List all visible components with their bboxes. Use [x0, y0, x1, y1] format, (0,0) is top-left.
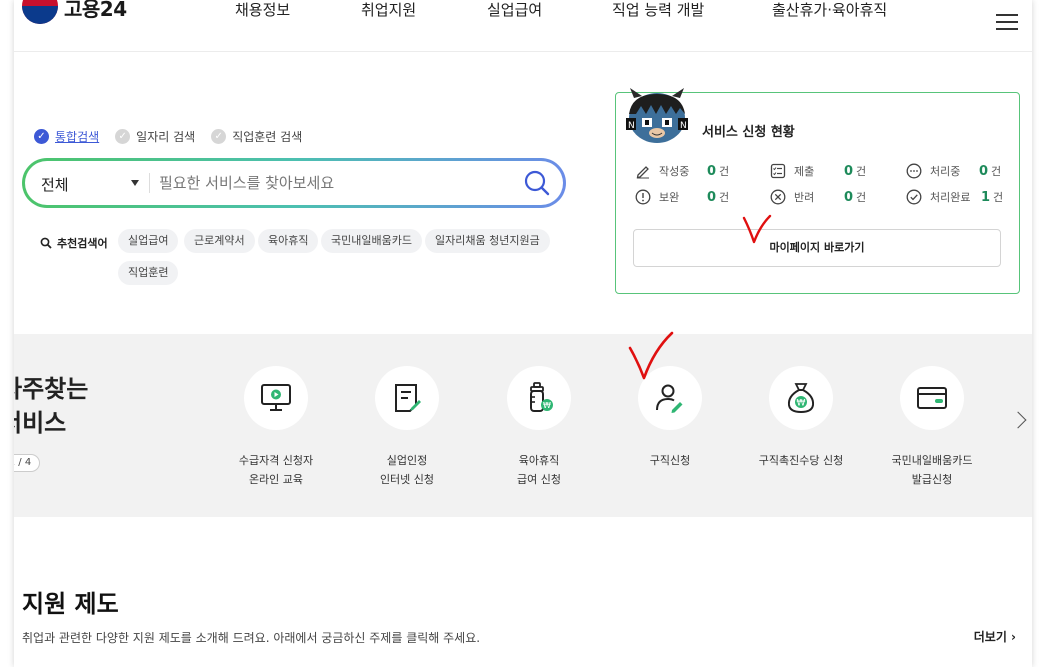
stat-value: 0건 [707, 190, 730, 205]
card-icon [900, 366, 964, 430]
tab-label: 직업훈련 검색 [232, 130, 303, 144]
person-pen-icon [638, 366, 702, 430]
search-inner: 전체 [25, 161, 563, 205]
search-type-tabs: ✓ 통합검색 ✓ 일자리 검색 ✓ 직업훈련 검색 [34, 128, 302, 145]
chevron-right-icon[interactable] [1009, 411, 1027, 429]
logo-mark-icon [22, 0, 58, 24]
stat-processing[interactable]: 처리중 [906, 163, 960, 179]
nav-item-unemployment-benefit[interactable]: 실업급여 [487, 0, 542, 20]
keyword-chip[interactable]: 직업훈련 [118, 261, 179, 285]
x-circle-icon [770, 189, 786, 205]
frequent-services: 자주찾는 서비스 1 / 4 수급자격 신청자 온라인 교육 [14, 334, 1032, 517]
check-icon: ✓ [115, 129, 131, 144]
keyword-chip[interactable]: 실업급여 [118, 229, 179, 253]
check-icon: ✓ [34, 129, 49, 144]
search-icon[interactable] [523, 169, 551, 197]
search-box: 전체 [22, 158, 566, 208]
tab-label: 일자리 검색 [136, 130, 196, 144]
stat-supplement[interactable]: 보완 [635, 189, 679, 205]
service-status-card: N N 서비스 신청 현황 작성중 0건 제출 0 건 처리중 0 건 보완 0… [615, 88, 1020, 294]
service-online-education[interactable]: 수급자격 신청자 온라인 교육 [211, 366, 341, 489]
service-label: 실업인정 인터넷 신청 [379, 454, 435, 486]
avatar: N N [626, 88, 688, 143]
search-icon [40, 237, 52, 249]
search-category-select[interactable]: 전체 [41, 174, 69, 195]
service-job-application[interactable]: 구직신청 [605, 366, 735, 470]
tab-job-search[interactable]: ✓ 일자리 검색 [115, 128, 195, 145]
stat-value: 1건 [981, 190, 1004, 205]
support-section-title: 지원 제도 [22, 590, 119, 618]
menu-icon[interactable] [996, 14, 1018, 30]
service-learning-card[interactable]: 국민내일배움카드 발급신청 [867, 366, 997, 489]
money-bag-icon: ₩ [769, 366, 833, 430]
keyword-chip[interactable]: 일자리채움 청년지원금 [425, 229, 550, 253]
tab-training-search[interactable]: ✓ 직업훈련 검색 [211, 128, 302, 145]
recommend-label: 추천검색어 [40, 235, 108, 251]
svg-text:₩: ₩ [797, 399, 806, 409]
support-section-description: 취업과 관련한 다양한 지원 제도를 소개해 드려요. 아래에서 궁금하신 주제… [22, 631, 481, 645]
tab-integrated-search[interactable]: ✓ 통합검색 [34, 128, 99, 145]
nav-item-jobs[interactable]: 채용정보 [235, 0, 290, 20]
keyword-chip[interactable]: 국민내일배움카드 [321, 229, 422, 253]
checklist-icon [770, 163, 786, 179]
service-label: 구직촉진수당 신청 [758, 454, 844, 467]
nav-item-skills-development[interactable]: 직업 능력 개발 [612, 0, 704, 20]
frequent-services-title: 자주찾는 서비스 [14, 375, 89, 437]
recommend-label-text: 추천검색어 [57, 237, 108, 250]
stat-label: 처리중 [930, 165, 961, 178]
logo-text: 고용24 [64, 0, 127, 21]
page: 고용24 채용정보 취업지원 실업급여 직업 능력 개발 출산휴가·육아휴직 ✓… [0, 0, 1047, 667]
site-header: 고용24 채용정보 취업지원 실업급여 직업 능력 개발 출산휴가·육아휴직 [14, 0, 1032, 52]
stat-label: 반려 [794, 191, 815, 204]
check-circle-icon [906, 189, 922, 205]
stat-writing[interactable]: 작성중 [635, 163, 689, 179]
keyword-chip[interactable]: 육아휴직 [258, 229, 319, 253]
stat-label: 처리완료 [930, 191, 971, 204]
stat-submitted[interactable]: 제출 [770, 163, 814, 179]
keyword-chip[interactable]: 근로계약서 [184, 229, 255, 253]
svg-text:₩: ₩ [543, 401, 551, 410]
pagination-indicator: 1 / 4 [14, 454, 40, 472]
more-dots-icon [906, 163, 922, 179]
stat-value: 0건 [844, 164, 867, 179]
stat-rejected[interactable]: 반려 [770, 189, 814, 205]
baby-bottle-icon: ₩ [507, 366, 571, 430]
service-label: 구직신청 [649, 454, 691, 467]
stat-value: 0건 [707, 164, 730, 179]
svg-text:N: N [680, 121, 687, 131]
document-pen-icon [375, 366, 439, 430]
service-label: 수급자격 신청자 온라인 교육 [238, 454, 314, 486]
tab-label: 통합검색 [55, 130, 100, 144]
stat-label: 작성중 [659, 165, 690, 178]
mypage-button[interactable]: 마이페이지 바로가기 [633, 229, 1001, 267]
more-link[interactable]: 더보기 › [974, 628, 1016, 645]
site-logo[interactable]: 고용24 [22, 0, 127, 24]
service-label: 육아휴직 급여 신청 [517, 454, 561, 486]
pencil-icon [636, 166, 649, 179]
browser-panel: 고용24 채용정보 취업지원 실업급여 직업 능력 개발 출산휴가·육아휴직 ✓… [14, 0, 1032, 667]
nav-item-maternity-leave[interactable]: 출산휴가·육아휴직 [772, 0, 887, 20]
nav-item-employment-support[interactable]: 취업지원 [361, 0, 416, 20]
stat-completed[interactable]: 처리완료 [906, 189, 970, 205]
status-title: 서비스 신청 현황 [702, 125, 795, 140]
service-unemployment-recognition[interactable]: 실업인정 인터넷 신청 [342, 366, 472, 489]
chevron-down-icon[interactable] [131, 180, 139, 186]
exclamation-icon [635, 189, 651, 205]
divider [149, 173, 150, 193]
service-parental-leave[interactable]: ₩ 육아휴직 급여 신청 [474, 366, 604, 489]
stat-label: 제출 [794, 165, 815, 178]
stat-value: 0건 [844, 190, 867, 205]
service-label: 국민내일배움카드 발급신청 [891, 454, 973, 486]
service-job-promotion-allowance[interactable]: ₩ 구직촉진수당 신청 [736, 366, 866, 470]
check-icon: ✓ [211, 129, 227, 144]
stat-value: 0건 [979, 164, 1002, 179]
monitor-play-icon [244, 366, 308, 430]
stat-label: 보완 [659, 191, 680, 204]
search-input[interactable] [159, 170, 499, 196]
svg-text:N: N [628, 121, 635, 131]
